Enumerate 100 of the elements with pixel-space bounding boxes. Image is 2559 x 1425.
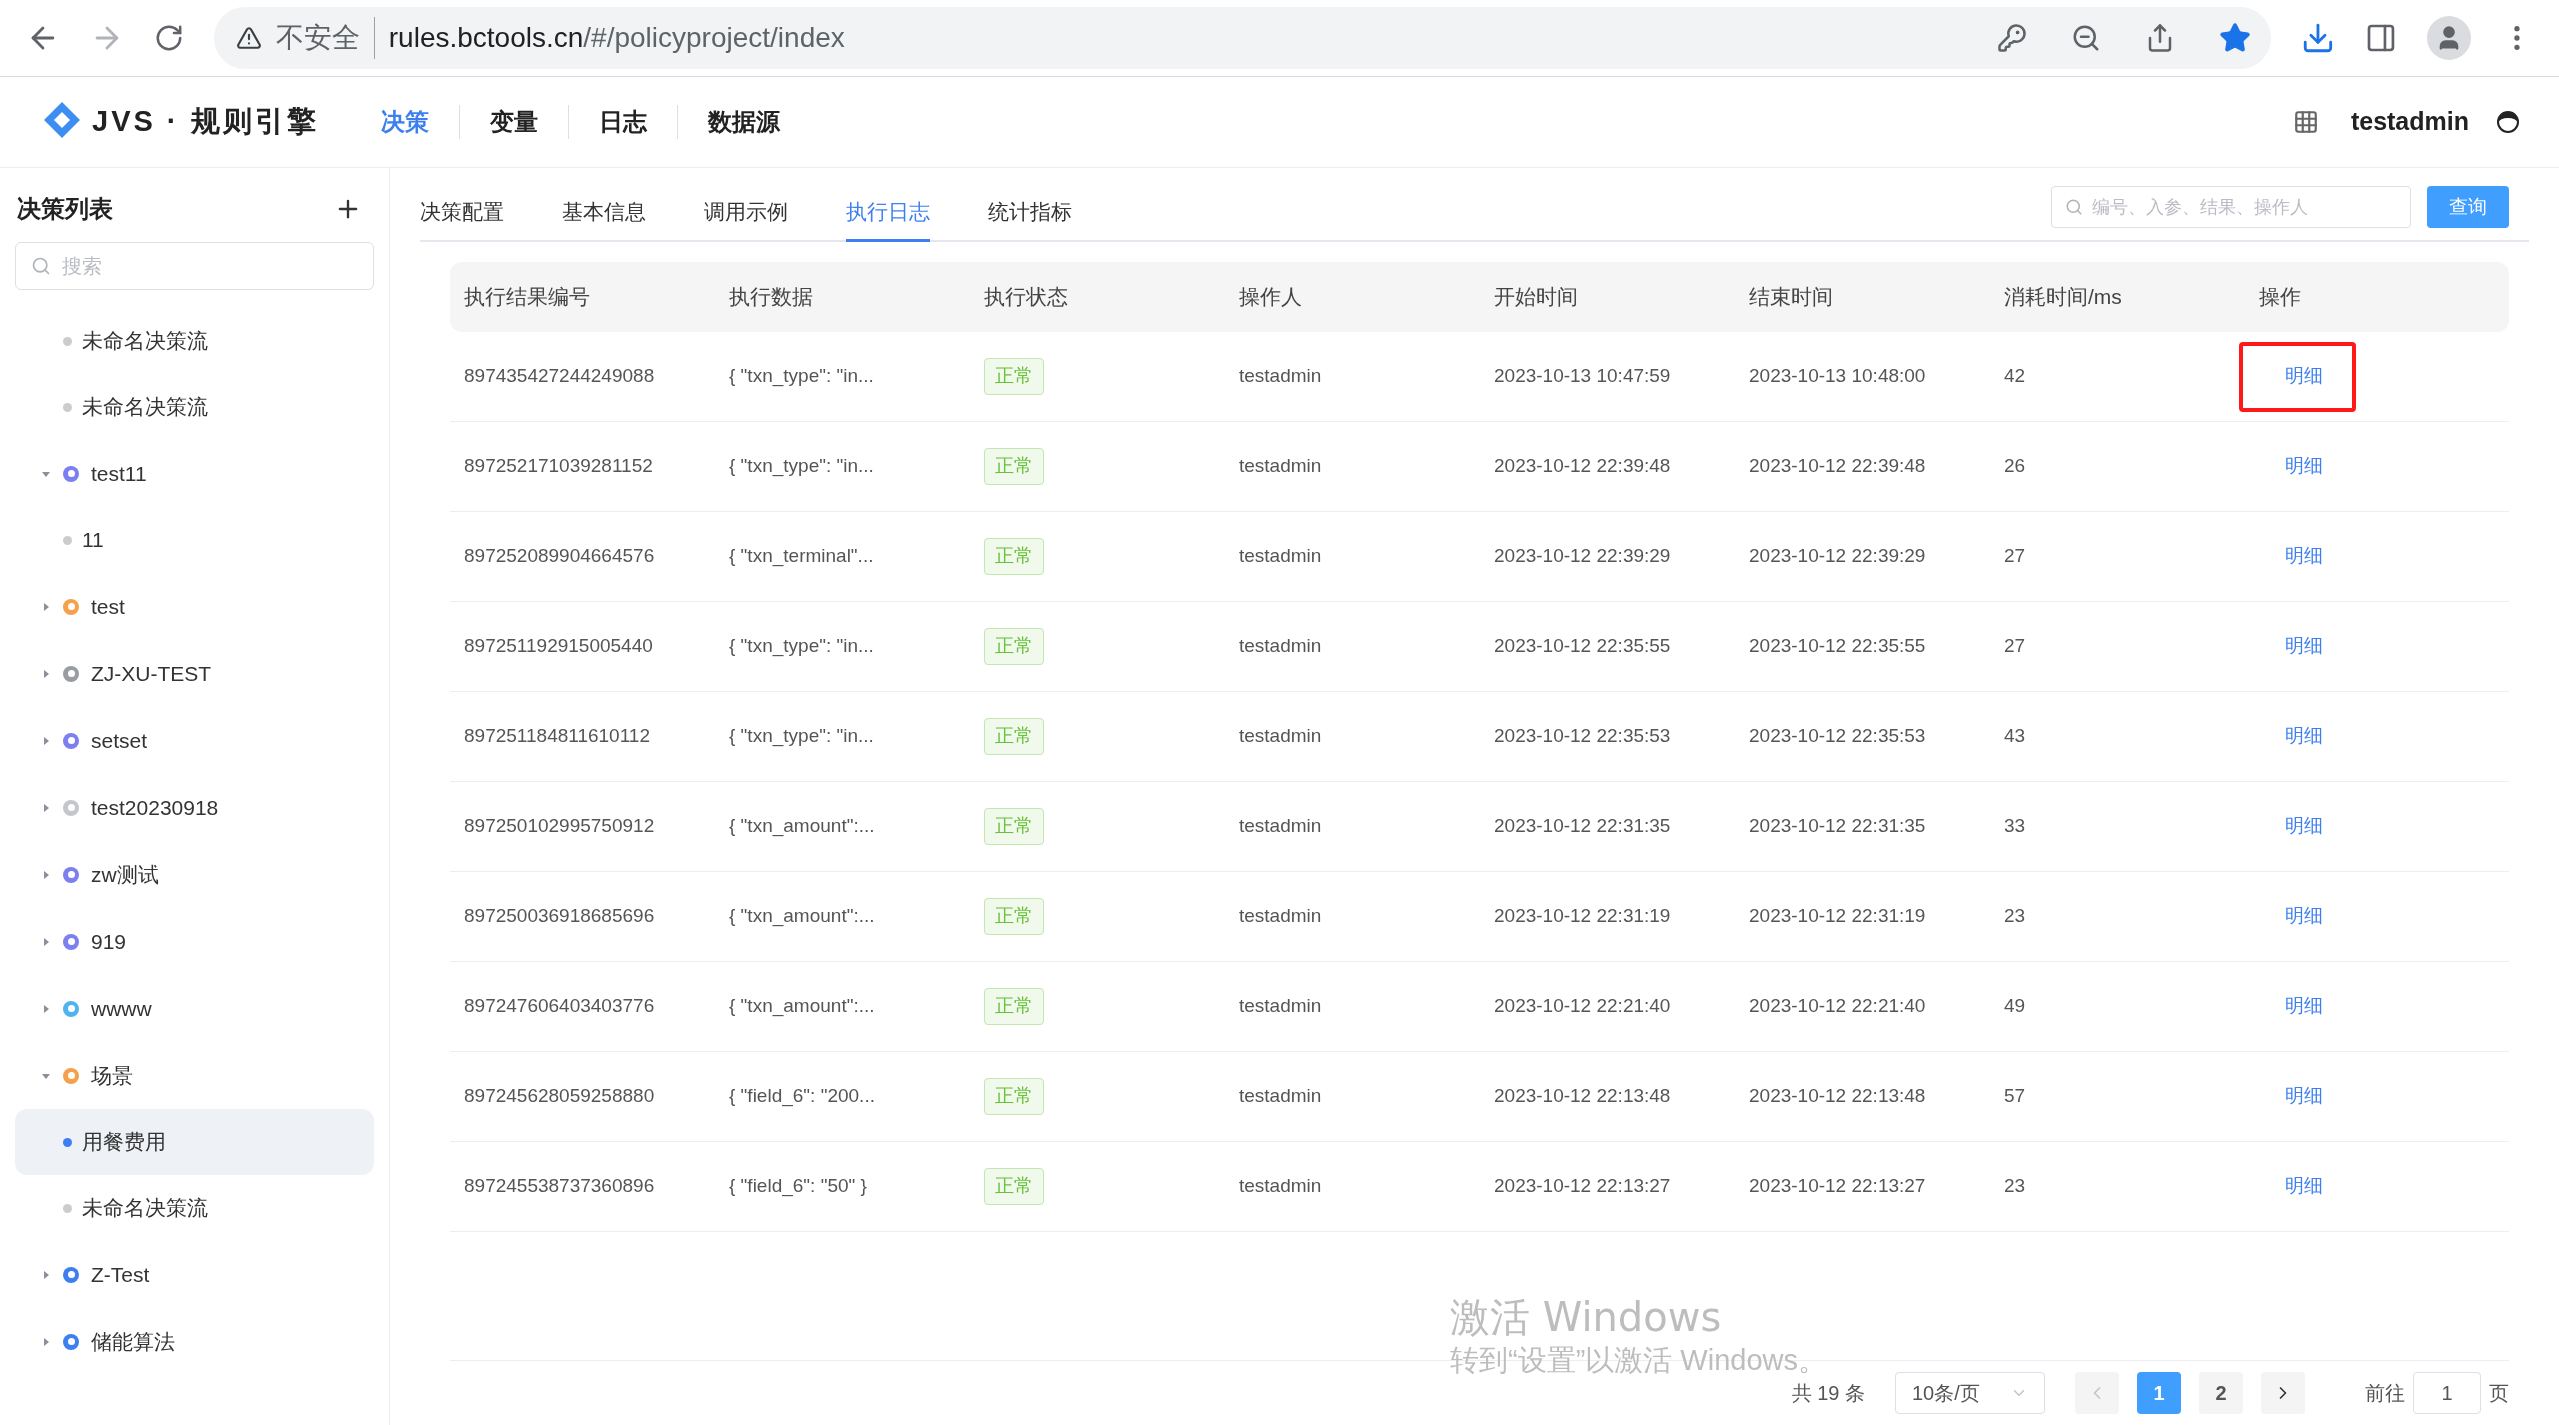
table-cell: 33 xyxy=(2004,815,2026,837)
caret-icon[interactable] xyxy=(41,735,51,746)
detail-link[interactable]: 明细 xyxy=(2285,362,2323,391)
tree-item[interactable]: zw测试 xyxy=(15,841,374,908)
detail-link[interactable]: 明细 xyxy=(2285,812,2323,841)
page-size-select[interactable]: 10条/页 xyxy=(1895,1372,2045,1414)
table-cell: 2023-10-13 10:48:00 xyxy=(1749,365,1926,387)
tree-item[interactable]: test11 xyxy=(15,440,374,507)
tree-item[interactable]: 未命名决策流 xyxy=(15,308,374,374)
tree-item[interactable]: 未命名决策流 xyxy=(15,374,374,440)
nav-tab[interactable]: 决策 xyxy=(380,104,429,140)
table-cell: 2023-10-13 10:47:59 xyxy=(1494,365,1671,387)
status-tag: 正常 xyxy=(984,538,1044,575)
table-cell: 2023-10-12 22:31:19 xyxy=(1749,905,1926,927)
url-text: rules.bctools.cn/#/policyproject/index xyxy=(388,21,845,55)
nav-tab[interactable]: 变量 xyxy=(489,104,538,140)
search-icon xyxy=(2065,198,2083,216)
table-cell: 27 xyxy=(2004,635,2026,657)
table-cell: 2023-10-12 22:31:19 xyxy=(1494,905,1671,927)
table-cell: 2023-10-12 22:21:40 xyxy=(1494,995,1671,1017)
detail-link[interactable]: 明细 xyxy=(2285,1082,2323,1111)
table-cell: testadmin xyxy=(1239,635,1322,657)
goto-label: 前往 xyxy=(2365,1381,2405,1406)
tab[interactable]: 执行日志 xyxy=(846,195,930,242)
table-cell: 2023-10-12 22:31:35 xyxy=(1494,815,1671,837)
detail-link[interactable]: 明细 xyxy=(2285,902,2323,931)
caret-icon[interactable] xyxy=(41,936,51,947)
tree-item[interactable]: Z-Test xyxy=(15,1241,374,1308)
table-cell: 2023-10-12 22:21:40 xyxy=(1749,995,1926,1017)
table-cell: 897245538737360896 xyxy=(464,1175,655,1197)
caret-icon[interactable] xyxy=(41,601,51,612)
column-header: 开始时间 xyxy=(1494,285,1578,309)
detail-link[interactable]: 明细 xyxy=(2285,1172,2323,1201)
detail-link[interactable]: 明细 xyxy=(2285,992,2323,1021)
table-cell: 27 xyxy=(2004,545,2026,567)
status-tag: 正常 xyxy=(984,898,1044,935)
table-cell: { "field_6": "200... xyxy=(729,1085,875,1107)
table-cell: 42 xyxy=(2004,365,2026,387)
caret-icon[interactable] xyxy=(41,869,51,880)
search-field[interactable]: 搜索 xyxy=(15,242,374,290)
caret-icon[interactable] xyxy=(41,1336,51,1347)
tree-item[interactable]: 场景 xyxy=(15,1042,374,1109)
tree-item[interactable]: 919 xyxy=(15,908,374,975)
apps-icon[interactable] xyxy=(2292,109,2319,135)
table-cell: { "txn_amount":... xyxy=(729,995,875,1017)
tab[interactable]: 调用示例 xyxy=(704,195,788,242)
page-button[interactable]: 2 xyxy=(2199,1372,2243,1414)
table-cell: 2023-10-12 22:39:29 xyxy=(1494,545,1671,567)
profile-icon[interactable] xyxy=(2427,16,2472,60)
search-icon xyxy=(31,256,51,276)
tree-item[interactable]: 未命名决策流 xyxy=(15,1175,374,1241)
tree-item[interactable]: wwww xyxy=(15,975,374,1042)
column-header: 执行结果编号 xyxy=(464,285,590,309)
table-cell: 49 xyxy=(2004,995,2026,1017)
activation-title: 激活 Windows xyxy=(1450,1293,1723,1342)
warning-icon xyxy=(235,25,262,51)
tree-item[interactable]: 储能算法 xyxy=(15,1308,374,1375)
table-cell: 23 xyxy=(2004,905,2026,927)
table-cell: { "txn_type": "in... xyxy=(729,455,874,477)
detail-link[interactable]: 明细 xyxy=(2285,452,2323,481)
table-cell: { "txn_amount":... xyxy=(729,815,875,837)
tab[interactable]: 统计指标 xyxy=(988,195,1072,242)
caret-icon[interactable] xyxy=(41,668,51,679)
caret-icon[interactable] xyxy=(41,1269,51,1280)
status-tag: 正常 xyxy=(984,718,1044,755)
tree-item[interactable]: 用餐费用 xyxy=(15,1109,374,1175)
column-header: 操作人 xyxy=(1239,285,1302,309)
table-cell: testadmin xyxy=(1239,365,1322,387)
table-cell: 2023-10-12 22:13:27 xyxy=(1494,1175,1671,1197)
goto-page-field[interactable]: 1 xyxy=(2413,1372,2481,1414)
tab[interactable]: 基本信息 xyxy=(562,195,646,242)
address-bar[interactable]: 不安全 rules.bctools.cn/#/policyproject/index xyxy=(213,7,2272,69)
table-cell: 2023-10-12 22:13:48 xyxy=(1749,1085,1926,1107)
tab[interactable]: 决策配置 xyxy=(420,195,504,242)
caret-icon[interactable] xyxy=(41,802,51,813)
tree-item[interactable]: test20230918 xyxy=(15,774,374,841)
table-cell: 897435427244249088 xyxy=(464,365,655,387)
log-search-field[interactable]: 编号、入参、结果、操作人 xyxy=(2051,186,2411,228)
caret-icon[interactable] xyxy=(41,1003,51,1014)
tree-item[interactable]: ZJ-XU-TEST xyxy=(15,640,374,707)
table-cell: { "txn_type": "in... xyxy=(729,725,874,747)
nav-tab[interactable]: 数据源 xyxy=(707,104,780,140)
nav-tab[interactable]: 日志 xyxy=(598,104,647,140)
table-cell: testadmin xyxy=(1239,455,1322,477)
detail-link[interactable]: 明细 xyxy=(2285,542,2323,571)
username[interactable]: testadmin xyxy=(2350,103,2469,141)
detail-link[interactable]: 明细 xyxy=(2285,722,2323,751)
tree-item[interactable]: test xyxy=(15,573,374,640)
table-cell: 897251184811610112 xyxy=(464,725,650,747)
table-cell: testadmin xyxy=(1239,725,1322,747)
table-cell: 57 xyxy=(2004,1085,2026,1107)
tree-item[interactable]: setset xyxy=(15,707,374,774)
key-icon[interactable] xyxy=(1997,23,2028,53)
column-header: 执行状态 xyxy=(984,285,1068,309)
star-icon[interactable] xyxy=(2219,22,2252,54)
security-label: 不安全 xyxy=(275,17,375,59)
app-title: JVS · 规则引擎 xyxy=(92,104,319,140)
table-cell: { "txn_type": "in... xyxy=(729,635,874,657)
detail-link[interactable]: 明细 xyxy=(2285,632,2323,661)
tree-item[interactable]: 11 xyxy=(15,507,374,573)
